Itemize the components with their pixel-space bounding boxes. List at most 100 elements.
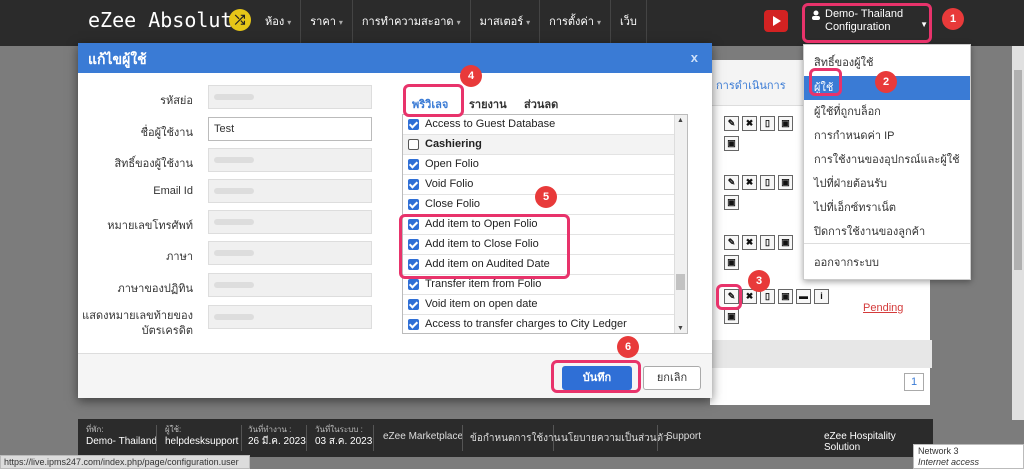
edit-icon[interactable]: ✎	[724, 116, 739, 131]
email-field[interactable]	[208, 179, 372, 203]
delete-icon[interactable]: ✖	[742, 235, 757, 250]
footer-link-support[interactable]: Support	[666, 431, 701, 442]
network-status: Internet access	[918, 457, 980, 467]
footer-link-marketplace[interactable]: eZee Marketplace	[383, 431, 463, 442]
privilege-list-scroll-thumb[interactable]	[676, 274, 685, 290]
menu-item-ip-config[interactable]: การกำหนดค่า IP	[804, 124, 970, 148]
lock-icon[interactable]: ▣	[778, 235, 793, 250]
menu-item-device-usage[interactable]: การใช้งานของอุปกรณ์และผู้ใช้	[804, 148, 970, 172]
language-select[interactable]	[208, 241, 372, 265]
highlight-save-button	[551, 360, 641, 393]
lock-icon[interactable]: ▣	[778, 289, 793, 304]
nav-web[interactable]: เว็บ	[611, 0, 647, 46]
cancel-button[interactable]: ยกเลิก	[643, 366, 701, 390]
highlight-users-item	[809, 68, 842, 96]
nav-rates[interactable]: ราคา ▾	[301, 0, 353, 46]
edit-icon[interactable]: ✎	[724, 235, 739, 250]
card-digits-field[interactable]	[208, 305, 372, 329]
highlight-add-item-privileges	[399, 214, 570, 279]
menu-item-disable-customer[interactable]: ปิดการใช้งานของลูกค้า	[804, 220, 970, 244]
privilege-list-scrollbar[interactable]	[674, 115, 687, 333]
footer-divider	[241, 425, 242, 451]
scroll-down-icon[interactable]: ▼	[677, 325, 684, 332]
checkbox[interactable]	[408, 159, 419, 170]
info-icon[interactable]: i	[814, 289, 829, 304]
checkbox[interactable]	[408, 319, 419, 330]
nav-masters[interactable]: มาสเตอร์ ▾	[471, 0, 541, 46]
unlock-icon[interactable]: ▣	[724, 255, 739, 270]
checkbox[interactable]	[408, 139, 419, 150]
calendar-language-label: ภาษาของปฏิทิน	[117, 283, 194, 295]
short-code-field[interactable]	[208, 85, 372, 109]
highlight-edit-icon	[716, 284, 742, 310]
device-icon[interactable]: ▯	[760, 175, 775, 190]
phone-label: หมายเลขโทรศัพท์	[107, 220, 193, 232]
footer-user: ผู้ใช้: helpdesksupport	[165, 425, 239, 447]
close-icon[interactable]: x	[691, 50, 698, 65]
checkbox[interactable]	[408, 199, 419, 210]
device-icon[interactable]: ▯	[760, 116, 775, 131]
nav-settings[interactable]: การตั้งค่า ▾	[540, 0, 611, 46]
callout-badge: 2	[875, 71, 897, 93]
checkbox[interactable]	[408, 299, 419, 310]
lock-icon[interactable]: ▣	[778, 116, 793, 131]
delete-icon[interactable]: ✖	[742, 175, 757, 190]
pending-status-link[interactable]: Pending	[863, 302, 903, 314]
user-privilege-label: สิทธิ์ของผู้ใช้งาน	[114, 158, 193, 170]
footer-link-privacy[interactable]: นโยบายความเป็นส่วนตัว	[561, 431, 669, 446]
app-logo[interactable]: eZee Absolute	[88, 8, 245, 32]
footer-bar: ที่พัก: Demo- Thailand ผู้ใช้: helpdesksup…	[78, 419, 933, 457]
network-name: Network 3	[918, 446, 959, 456]
callout-badge: 6	[617, 336, 639, 358]
checkbox[interactable]	[408, 279, 419, 290]
message-icon[interactable]: ▬	[796, 289, 811, 304]
switch-property-icon[interactable]: ⤮	[229, 9, 251, 31]
privilege-row[interactable]: Void item on open date	[403, 295, 675, 315]
tab-discounts[interactable]: ส่วนลด	[524, 95, 558, 113]
callout-badge: 4	[460, 65, 482, 87]
email-label: Email Id	[153, 185, 193, 197]
delete-icon[interactable]: ✖	[742, 116, 757, 131]
scroll-up-icon[interactable]: ▲	[677, 117, 684, 124]
youtube-icon[interactable]	[764, 10, 788, 32]
menu-item-goto-extranet[interactable]: ไปที่เอ็กซ์ทราเน็ต	[804, 196, 970, 220]
page-scroll-thumb[interactable]	[1014, 70, 1022, 270]
dialog-title: แก้ไขผู้ใช้	[88, 51, 147, 67]
footer-divider	[156, 425, 157, 451]
footer-divider	[306, 425, 307, 451]
callout-badge: 3	[748, 270, 770, 292]
unlock-icon[interactable]: ▣	[724, 309, 739, 324]
footer-divider	[657, 425, 658, 451]
footer-work-date: วันที่ทำงาน :26 มี.ค. 2023	[248, 425, 306, 447]
edit-icon[interactable]: ✎	[724, 175, 739, 190]
footer-link-terms[interactable]: ข้อกำหนดการใช้งาน	[470, 431, 560, 446]
privilege-row[interactable]: Access to Guest Database	[403, 115, 675, 135]
nav-housekeeping[interactable]: การทำความสะอาด ▾	[353, 0, 471, 46]
menu-item-blocked-users[interactable]: ผู้ใช้ที่ถูกบล็อก	[804, 100, 970, 124]
unlock-icon[interactable]: ▣	[724, 195, 739, 210]
checkbox[interactable]	[408, 179, 419, 190]
short-code-label: รหัสย่อ	[160, 95, 193, 107]
actions-column-header: การดำเนินการ	[716, 80, 786, 92]
unlock-icon[interactable]: ▣	[724, 136, 739, 151]
network-tooltip: Network 3 Internet access	[913, 444, 1024, 469]
phone-field[interactable]	[208, 210, 372, 234]
tab-reports[interactable]: รายงาน	[469, 95, 507, 113]
user-privilege-select[interactable]	[208, 148, 372, 172]
calendar-language-select[interactable]	[208, 273, 372, 297]
lock-icon[interactable]: ▣	[778, 175, 793, 190]
menu-item-logout[interactable]: ออกจากระบบ	[804, 251, 970, 275]
highlight-privileges-tab	[403, 84, 464, 117]
language-label: ภาษา	[166, 251, 193, 263]
checkbox[interactable]	[408, 119, 419, 130]
nav-rooms[interactable]: ห้อง ▾	[256, 0, 302, 46]
footer-system-date: วันที่ในระบบ :03 ส.ค. 2023	[315, 425, 373, 447]
device-icon[interactable]: ▯	[760, 235, 775, 250]
privilege-group-row[interactable]: Cashiering	[403, 135, 675, 155]
pagination-page[interactable]: 1	[904, 373, 924, 391]
menu-item-goto-frontdesk[interactable]: ไปที่ฝ่ายต้อนรับ	[804, 172, 970, 196]
browser-status-url: https://live.ipms247.com/index.php/page/…	[0, 455, 250, 469]
username-field[interactable]: Test	[208, 117, 372, 141]
privilege-row[interactable]: Access to transfer charges to City Ledge…	[403, 315, 675, 333]
privilege-row[interactable]: Open Folio	[403, 155, 675, 175]
